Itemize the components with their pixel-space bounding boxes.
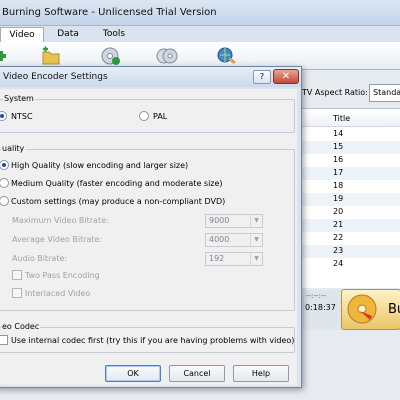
interlaced-checkbox[interactable] xyxy=(12,288,22,298)
interlaced-label: Interlaced Video xyxy=(25,289,91,298)
dialog-body: System NTSC PAL uality High Quality (slo… xyxy=(0,89,297,385)
chevron-down-icon: ▼ xyxy=(250,253,262,265)
chevron-down-icon: ▼ xyxy=(250,234,262,246)
list-item[interactable]: 19 xyxy=(300,193,400,206)
audio-bitrate-value: 192 xyxy=(209,254,225,263)
quality-group-label: uality xyxy=(1,144,26,153)
burn-button[interactable]: Bu xyxy=(341,289,400,330)
aspect-ratio-label: TV Aspect Ratio: xyxy=(302,88,368,97)
custom-settings-label: Custom settings (may produce a non-compl… xyxy=(11,197,226,206)
aspect-ratio-select[interactable]: Standa xyxy=(369,84,400,102)
medium-quality-label: Medium Quality (faster encoding and mode… xyxy=(11,179,223,188)
cancel-button[interactable]: Cancel xyxy=(169,365,225,382)
dialog-close-button[interactable]: ✕ xyxy=(273,69,299,84)
list-item[interactable]: 18 xyxy=(300,180,400,193)
burn-button-label: Bu xyxy=(388,302,400,317)
globe-magnifier-icon[interactable] xyxy=(216,46,238,66)
chevron-down-icon: ▼ xyxy=(250,215,262,227)
system-group-label: System xyxy=(3,94,35,103)
help-button[interactable]: Help xyxy=(233,365,289,382)
avg-bitrate-select[interactable]: 4000 ▼ xyxy=(205,233,263,247)
video-encoder-dialog: Video Encoder Settings ? ✕ System NTSC P… xyxy=(0,66,302,388)
disc-icon[interactable] xyxy=(100,46,122,66)
dialog-help-button[interactable]: ? xyxy=(253,70,271,84)
ntsc-label: NTSC xyxy=(11,112,33,121)
codec-group-label: eo Codec xyxy=(1,322,41,331)
list-item[interactable]: 17 xyxy=(300,167,400,180)
add-folder-icon[interactable] xyxy=(40,46,62,66)
max-bitrate-label: Maximum Video Bitrate: xyxy=(12,216,109,225)
avg-bitrate-label: Average Video Bitrate: xyxy=(12,235,103,244)
list-item[interactable]: 22 xyxy=(300,232,400,245)
dialog-title: Video Encoder Settings xyxy=(3,72,108,82)
high-quality-label: High Quality (slow encoding and larger s… xyxy=(11,161,189,170)
max-bitrate-select[interactable]: 9000 ▼ xyxy=(205,214,263,228)
list-item[interactable]: 24 xyxy=(300,258,400,271)
two-pass-label: Two Pass Encoding xyxy=(25,271,100,280)
list-item[interactable]: 23 xyxy=(300,245,400,258)
ok-button[interactable]: OK xyxy=(105,365,161,382)
pal-radio[interactable] xyxy=(139,111,149,121)
main-tab-strip: Video Data Tools xyxy=(0,26,400,42)
dialog-title-bar[interactable]: Video Encoder Settings ? ✕ xyxy=(0,67,301,87)
internal-codec-label: Use internal codec first (try this if yo… xyxy=(11,336,295,345)
pal-label: PAL xyxy=(153,112,168,121)
list-item[interactable]: 21 xyxy=(300,219,400,232)
quality-group xyxy=(0,149,295,311)
tab-data[interactable]: Data xyxy=(50,27,86,42)
main-title-bar: Burning Software - Unlicensed Trial Vers… xyxy=(0,0,400,26)
list-item[interactable]: 20 xyxy=(300,206,400,219)
audio-bitrate-select[interactable]: 192 ▼ xyxy=(205,252,263,266)
tab-tools[interactable]: Tools xyxy=(96,27,132,42)
add-file-icon[interactable] xyxy=(0,46,16,66)
list-item[interactable]: 16 xyxy=(300,154,400,167)
audio-bitrate-label: Audio Bitrate: xyxy=(12,254,68,263)
burn-disc-icon xyxy=(347,294,377,324)
max-bitrate-value: 9000 xyxy=(209,216,230,225)
two-pass-checkbox[interactable] xyxy=(12,270,22,280)
list-item[interactable]: 15 xyxy=(300,141,400,154)
title-column-header[interactable]: Title xyxy=(300,111,400,127)
total-time: 0:18:37 xyxy=(305,303,336,312)
internal-codec-checkbox[interactable] xyxy=(0,335,8,345)
tab-video[interactable]: Video xyxy=(0,27,44,42)
remaining-time: --:--:-- xyxy=(306,292,326,300)
avg-bitrate-value: 4000 xyxy=(209,235,230,244)
app-title: Burning Software - Unlicensed Trial Vers… xyxy=(2,7,217,18)
disc-copy-icon[interactable] xyxy=(156,46,178,66)
title-header-label: Title xyxy=(333,114,351,123)
list-item[interactable]: 14 xyxy=(300,128,400,141)
